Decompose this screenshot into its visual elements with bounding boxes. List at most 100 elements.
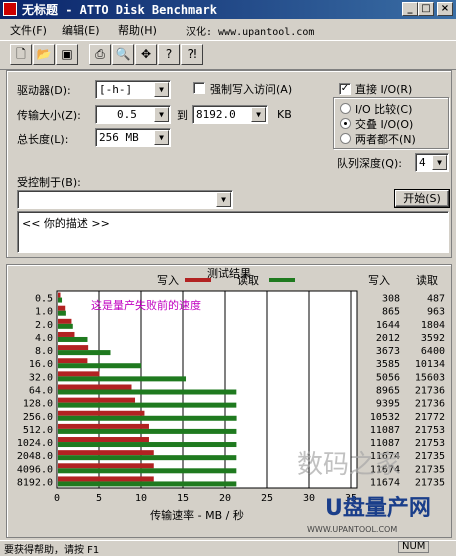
force-write-checkbox[interactable] [193, 82, 205, 94]
read-bar [58, 323, 73, 329]
queue-depth-value: 4 [419, 156, 426, 169]
y-tick-label: 0.5 [35, 294, 53, 305]
about-icon[interactable]: ? [158, 44, 180, 65]
to-label: 到 [177, 109, 188, 122]
read-bar [58, 389, 237, 395]
y-tick-label: 2.0 [35, 320, 53, 331]
read-value: 6400 [421, 346, 445, 357]
legend-read-label: 读取 [237, 273, 259, 287]
read-value: 3592 [421, 333, 445, 344]
read-value: 1804 [421, 320, 445, 331]
write-value: 3585 [376, 359, 400, 370]
neither-label: 两者都不(N) [355, 133, 416, 146]
x-tick-label: 25 [261, 493, 273, 504]
y-tick-label: 16.0 [29, 359, 53, 370]
new-icon[interactable]: 🗋 [10, 44, 32, 65]
write-value: 11087 [370, 438, 400, 449]
y-tick-label: 8192.0 [17, 477, 53, 488]
read-bar [58, 428, 237, 434]
chevron-down-icon: ▼ [251, 107, 266, 122]
maximize-button[interactable]: □ [418, 2, 434, 16]
read-bar [58, 310, 66, 316]
x-tick-label: 10 [135, 493, 147, 504]
neither-radio[interactable] [340, 133, 351, 144]
settings-panel: 驱动器(D): [-h-] ▼ 强制写入访问(A) ✓ 直接 I/O(R) 传输… [6, 70, 452, 258]
write-bar [58, 437, 149, 443]
overlapped-io-label: 交叠 I/O(O) [355, 118, 414, 131]
move-icon[interactable]: ✥ [135, 44, 157, 65]
title-bar: 无标题 - ATTO Disk Benchmark _ □ × [0, 0, 456, 19]
kb-label: KB [277, 108, 292, 121]
y-tick-label: 1.0 [35, 307, 53, 318]
print-preview-icon[interactable]: 🔍 [112, 44, 134, 65]
controlled-by-select[interactable]: ▼ [17, 190, 233, 209]
write-value: 8965 [376, 386, 400, 397]
x-tick-label: 30 [303, 493, 315, 504]
y-tick-label: 4.0 [35, 333, 53, 344]
write-value: 5056 [376, 372, 400, 383]
transfer-from-value: 0.5 [117, 108, 137, 121]
write-bar [58, 423, 149, 429]
force-write-label: 强制写入访问(A) [210, 83, 293, 96]
y-tick-label: 1024.0 [17, 438, 53, 449]
menu-edit[interactable]: 编辑(E) [62, 22, 100, 38]
read-value: 21772 [415, 412, 445, 423]
transfer-to-value: 8192.0 [196, 108, 236, 121]
legend-write-swatch [185, 278, 211, 282]
legend-read-swatch [269, 278, 295, 282]
results-chart: 测试结果写入 读取0 5 10 15 20 25 30 35传输速率 - MB / 秒写入 读取0… [17, 267, 445, 534]
write-value: 9395 [376, 399, 400, 410]
write-value: 865 [382, 307, 400, 318]
queue-depth-label: 队列深度(Q): [337, 157, 402, 170]
overlapped-io-radio[interactable] [340, 118, 351, 129]
write-value: 11087 [370, 425, 400, 436]
description-textarea[interactable]: << 你的描述 >> [17, 211, 449, 253]
status-help-text: 要获得帮助，请按 F1 [4, 545, 100, 556]
results-panel: 测试结果 写入 读取 0 5 10 15 20 25 30 35 传输速率 - MB / 秒写入 读取 0… [6, 264, 452, 538]
description-text: << 你的描述 >> [22, 217, 110, 230]
write-bar [58, 384, 132, 390]
io-compare-radio[interactable] [340, 103, 351, 114]
app-icon [3, 2, 17, 16]
read-value: 10134 [415, 359, 445, 370]
menu-file[interactable]: 文件(F) [10, 22, 47, 38]
y-tick-label: 8.0 [35, 346, 53, 357]
write-value: 308 [382, 294, 400, 305]
direct-io-checkbox[interactable]: ✓ [339, 83, 351, 95]
drive-select[interactable]: [-h-] ▼ [95, 80, 171, 99]
chevron-down-icon: ▼ [154, 82, 169, 97]
close-button[interactable]: × [437, 2, 453, 16]
context-help-icon[interactable]: ⁈ [181, 44, 203, 65]
save-icon[interactable]: ▣ [56, 44, 78, 65]
total-length-select[interactable]: 256 MB ▼ [95, 128, 171, 147]
status-bar: 要获得帮助，请按 F1 NUM [0, 540, 456, 556]
open-icon[interactable]: 📂 [33, 44, 55, 65]
write-value: 2012 [376, 333, 400, 344]
menu-help[interactable]: 帮助(H) [118, 22, 157, 38]
minimize-button[interactable]: _ [402, 2, 418, 16]
read-bar [58, 350, 111, 356]
transfer-to-select[interactable]: 8192.0 ▼ [192, 105, 268, 124]
read-value: 21753 [415, 438, 445, 449]
read-value: 21753 [415, 425, 445, 436]
read-bar [58, 442, 237, 448]
transfer-from-select[interactable]: 0.5 ▼ [95, 105, 171, 124]
read-bar [58, 376, 187, 382]
watermark-text: 数码之家 [297, 450, 401, 480]
num-lock-indicator: NUM [398, 541, 430, 553]
read-value: 21735 [415, 451, 445, 462]
write-bar [58, 463, 154, 469]
column-header-read: 读取 [416, 273, 438, 287]
start-button[interactable]: 开始(S) [394, 189, 450, 208]
y-tick-label: 2048.0 [17, 451, 53, 462]
y-tick-label: 32.0 [29, 372, 53, 383]
queue-depth-select[interactable]: 4 ▼ [415, 153, 449, 172]
write-bar [58, 371, 100, 377]
read-value: 21736 [415, 399, 445, 410]
print-icon[interactable]: ⎙ [89, 44, 111, 65]
y-tick-label: 512.0 [23, 425, 53, 436]
chevron-down-icon: ▼ [432, 155, 447, 170]
y-tick-label: 256.0 [23, 412, 53, 423]
read-value: 21735 [415, 464, 445, 475]
write-bar [58, 358, 88, 364]
